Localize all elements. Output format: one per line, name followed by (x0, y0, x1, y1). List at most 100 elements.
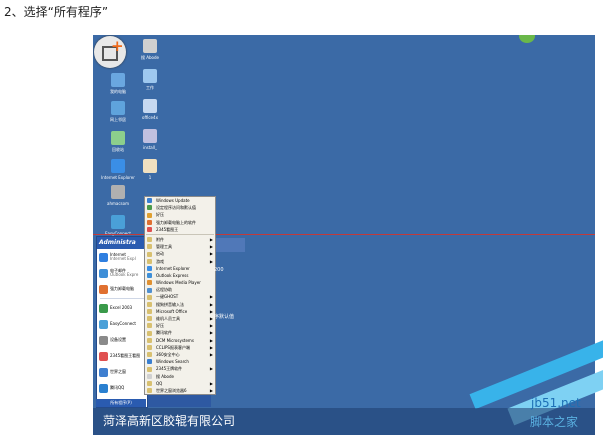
program-menu-label: 世界之窗浏览器6 (156, 387, 187, 393)
program-menu-label: 附件 (156, 236, 164, 242)
desktop-icon[interactable]: office4x (129, 99, 171, 120)
start-menu-item[interactable]: 电子邮件 Outlook Expre (97, 265, 147, 281)
program-menu-label: 2345王牌软件 (156, 366, 183, 372)
programs-submenu: Windows Update 设定程序访问和默认值 好压 强力卸载电脑上的软件 2345… (144, 196, 216, 396)
submenu-arrow-icon: ▶ (209, 244, 213, 250)
partial-label: 200 (214, 267, 224, 273)
program-menu-item[interactable]: QQ ▶ (145, 380, 215, 387)
app-logo-icon: + (94, 36, 126, 68)
folder-icon (147, 323, 152, 329)
desktop-icon[interactable]: EasyConnect (97, 215, 139, 236)
desktop-icon[interactable]: 工作 (129, 69, 171, 90)
program-icon (99, 303, 108, 313)
program-menu-label: 搜 Abode (156, 373, 174, 379)
program-menu-label: 好压 (156, 323, 164, 329)
program-menu-item[interactable]: 游戏 ▶ (145, 258, 215, 265)
folder-icon (147, 237, 152, 243)
program-menu-label: 搜狗拼音输入法 (156, 301, 184, 307)
program-menu-label: CCLIPS报表客户端 (156, 344, 190, 350)
program-menu-label: 2345看图王 (156, 226, 179, 232)
program-menu-item[interactable]: 2345王牌软件 ▶ (145, 365, 215, 372)
submenu-arrow-icon: ▶ (209, 323, 213, 329)
desktop-icon[interactable]: 搜 Abode (129, 39, 171, 60)
desktop-icon-label: install_ (143, 145, 157, 150)
program-menu-label: 管理工具 (156, 244, 172, 250)
submenu-arrow-icon: ▶ (209, 294, 213, 300)
folder-icon (147, 244, 152, 250)
program-menu-label: 维机人员工具 (156, 316, 180, 321)
desktop-icon[interactable]: install_ (129, 129, 171, 150)
program-icon (147, 287, 152, 293)
start-menu-item[interactable]: 腾讯QQ (97, 380, 147, 396)
program-icon (147, 198, 152, 204)
program-menu-item[interactable]: Outlook Express (145, 272, 215, 279)
program-menu-item[interactable]: 附件 ▶ (145, 236, 215, 243)
program-icon (147, 273, 152, 279)
program-menu-item[interactable]: 2345看图王 (145, 226, 215, 233)
folder-icon (147, 251, 152, 257)
program-icon (147, 212, 152, 218)
program-menu-item[interactable]: 好压 (145, 211, 215, 218)
program-menu-item[interactable]: 启动 ▶ (145, 250, 215, 257)
program-menu-label: Microsoft Office (156, 308, 188, 314)
program-menu-item[interactable]: 管理工具 ▶ (145, 243, 215, 250)
program-icon (99, 335, 108, 345)
start-menu-item[interactable]: Internet Internet Expl (97, 249, 147, 265)
partial-label: 序默认值 (214, 314, 235, 320)
program-menu-item[interactable]: 强力卸载电脑上的软件 (145, 219, 215, 226)
program-menu-item[interactable]: Microsoft Office ▶ (145, 308, 215, 315)
program-menu-item[interactable]: 好压 ▶ (145, 322, 215, 329)
program-menu-item[interactable]: Windows Update (145, 197, 215, 204)
program-menu-item[interactable]: Windows Search (145, 358, 215, 365)
all-programs-button[interactable]: 所有程序(P) (96, 399, 146, 407)
desktop-shortcut-icon (143, 159, 157, 173)
desktop-icon[interactable]: ahmacsom (97, 185, 139, 206)
start-menu-item-title: 设备设置 (110, 337, 126, 342)
program-menu-item[interactable]: 远程协助 (145, 286, 215, 293)
watermark-site: jb51.net (531, 396, 581, 410)
program-icon (147, 265, 152, 271)
folder-icon (147, 352, 152, 358)
start-menu-item[interactable]: Excel 2003 (97, 300, 147, 316)
start-menu-item[interactable]: 设备设置 (97, 332, 147, 348)
start-menu-item[interactable]: 世界之窗 (97, 364, 147, 380)
program-menu-item[interactable]: CCLIPS报表客户端 ▶ (145, 344, 215, 351)
menu-separator (100, 298, 144, 299)
program-menu-item[interactable]: 世界之窗浏览器6 ▶ (145, 387, 215, 394)
company-caption: 菏泽高新区胶辊有限公司 (93, 408, 595, 435)
program-menu-item[interactable]: 搜 Abode (145, 373, 215, 380)
submenu-arrow-icon: ▶ (209, 366, 213, 372)
program-menu-item[interactable]: Internet Explorer (145, 265, 215, 272)
program-menu-item[interactable]: 搜狗拼音输入法 ▶ (145, 301, 215, 308)
desktop-shortcut-icon (111, 159, 125, 173)
program-menu-item[interactable]: DCM Microsystems ▶ (145, 337, 215, 344)
menu-separator (146, 233, 214, 235)
program-menu-item[interactable]: Windows Media Player (145, 279, 215, 286)
watermark-brand: 脚本之家 (530, 415, 579, 429)
program-menu-label: DCM Microsystems (156, 337, 194, 343)
start-menu-item[interactable]: EasyConnect (97, 316, 147, 332)
status-dot-icon (519, 35, 535, 43)
program-icon (99, 351, 108, 361)
program-icon (99, 252, 108, 262)
program-menu-item[interactable]: 一键GHOST ▶ (145, 293, 215, 300)
program-menu-item[interactable]: 腾讯软件 ▶ (145, 329, 215, 336)
submenu-arrow-icon: ▶ (209, 301, 213, 307)
desktop-shortcut-icon (143, 39, 157, 53)
start-menu-item[interactable]: 2345看图王看图 (97, 348, 147, 364)
program-menu-item[interactable]: 设定程序访问和默认值 (145, 204, 215, 211)
program-menu-item[interactable]: 360安全中心 ▶ (145, 351, 215, 358)
folder-icon (147, 294, 152, 300)
start-menu-item-subtitle: Internet Expl (110, 256, 136, 261)
desktop-icon[interactable]: 1 (129, 159, 171, 180)
start-menu-item[interactable]: 强力卸载电脑 (97, 281, 147, 297)
program-menu-label: Windows Search (156, 359, 189, 365)
start-menu-item-title: EasyConnect (110, 321, 136, 326)
start-menu-user-header: Administra (97, 237, 147, 249)
desktop-shortcut-icon (111, 73, 125, 87)
program-menu-label: 设定程序访问和默认值 (156, 205, 196, 211)
program-menu-item[interactable]: 维机人员工具 ▶ (145, 315, 215, 322)
program-icon (99, 268, 108, 278)
folder-icon (147, 366, 152, 372)
program-icon (147, 359, 152, 365)
